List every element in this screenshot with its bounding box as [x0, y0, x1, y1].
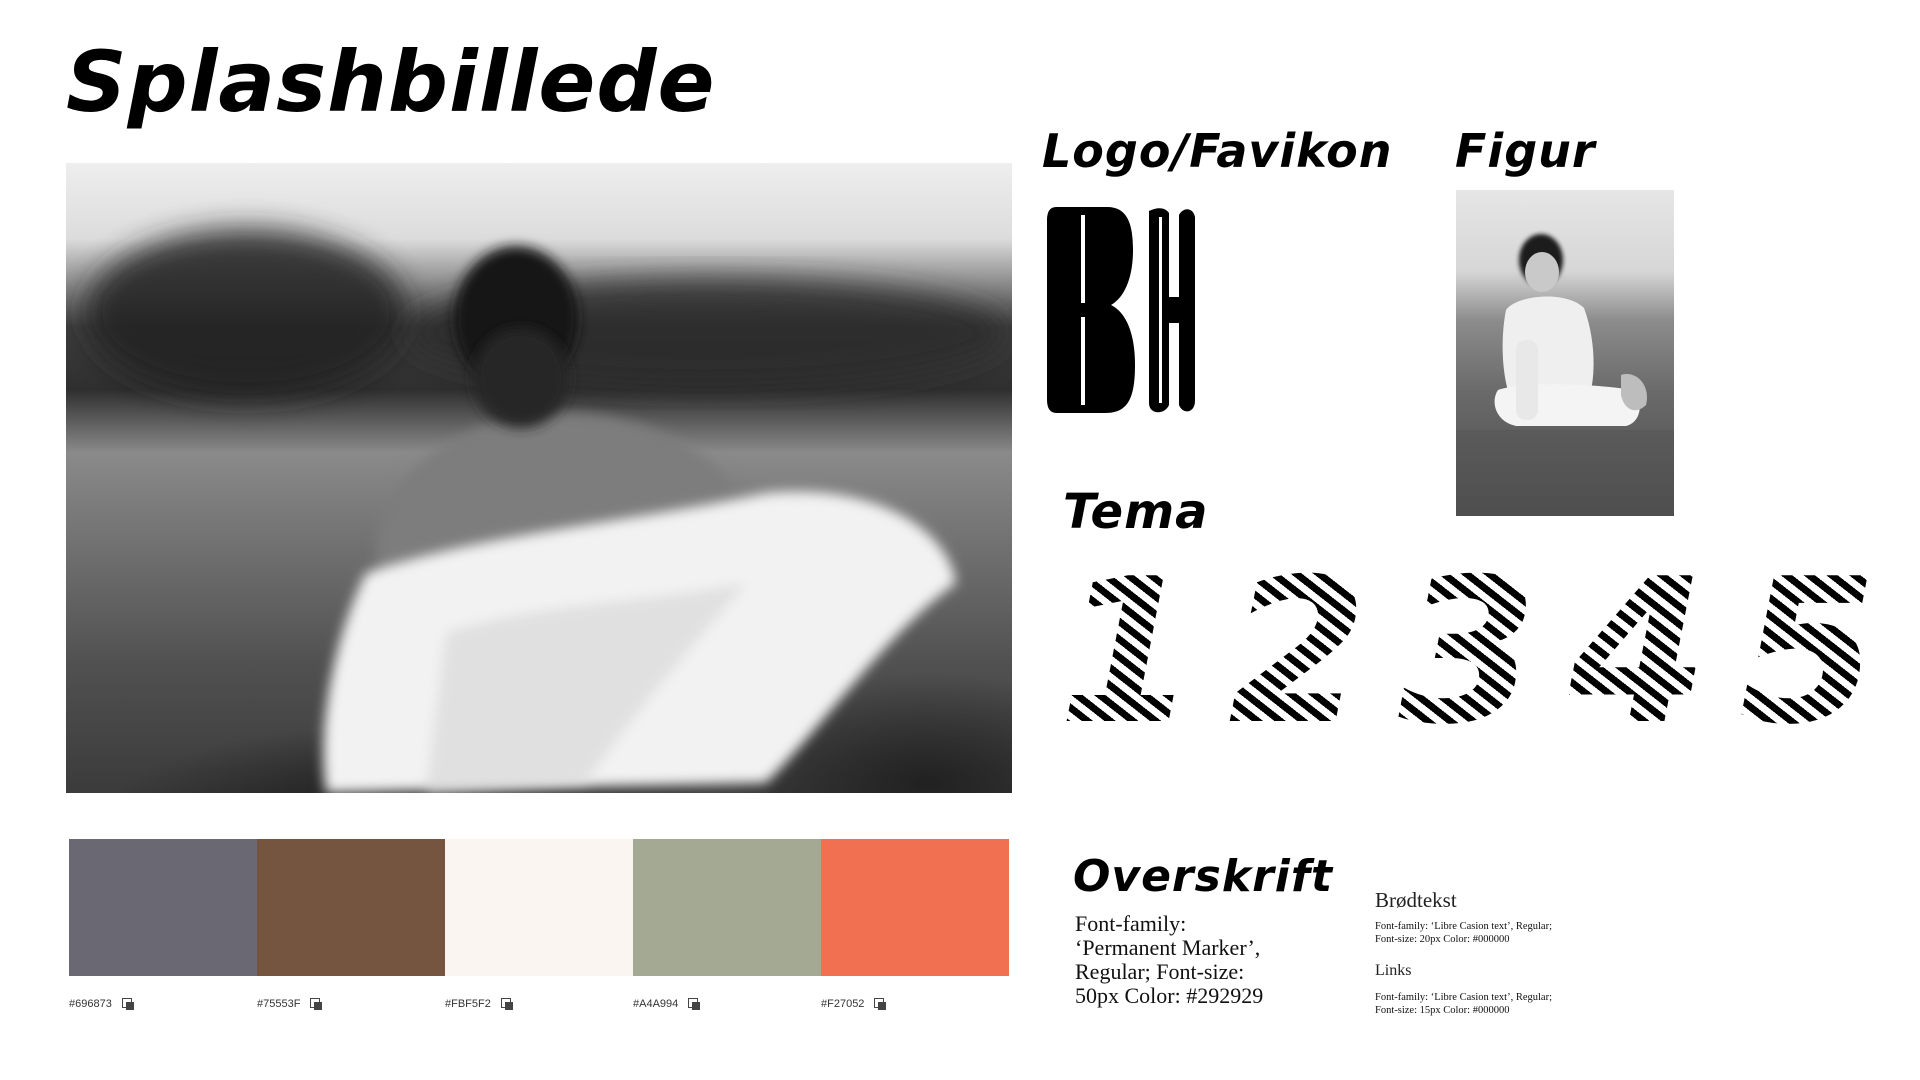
copy-icon[interactable]	[874, 998, 887, 1010]
color-swatch-sage	[633, 839, 821, 976]
theme-number: 4	[1568, 536, 1708, 769]
figure-photo-illustration	[1456, 234, 1674, 516]
links-heading: Links	[1375, 962, 1412, 979]
color-hex-label: #696873	[69, 998, 112, 1010]
copy-icon[interactable]	[500, 998, 513, 1010]
color-hex-item: #FBF5F2	[445, 998, 633, 1010]
logo-heading: Logo/Favikon	[1042, 124, 1393, 178]
color-hex-item: #F27052	[821, 998, 1009, 1010]
splash-image	[66, 163, 1012, 793]
copy-icon[interactable]	[310, 998, 323, 1010]
body-text-heading: Brødtekst	[1375, 888, 1457, 912]
theme-heading: Tema	[1063, 484, 1209, 540]
color-swatch-coral	[821, 839, 1009, 976]
splash-photo-illustration	[86, 228, 1006, 793]
color-hex-row: #696873 #75553F #FBF5F2 #A4A994 #F27052	[69, 998, 1009, 1010]
color-hex-label: #F27052	[821, 998, 865, 1010]
color-hex-item: #75553F	[257, 998, 445, 1010]
color-swatch-cream	[445, 839, 633, 976]
body-text-spec-line: Font-family: ‘Libre Casion text’, Regula…	[1375, 921, 1553, 932]
copy-icon[interactable]	[688, 998, 701, 1010]
links-spec: Font-family: ‘Libre Casion text’, Regula…	[1375, 991, 1635, 1017]
copy-icon[interactable]	[121, 998, 134, 1010]
color-swatch-gray	[69, 839, 257, 976]
links-spec-line: Font-size: 15px Color: #000000	[1375, 1005, 1510, 1016]
page-title: Splashbillede	[66, 33, 716, 131]
theme-numbers: 1 2 3 4 5	[1058, 536, 1878, 769]
theme-number: 1	[1058, 536, 1198, 769]
body-text-spec: Font-family: ‘Libre Casion text’, Regula…	[1375, 920, 1635, 946]
theme-number: 2	[1228, 536, 1368, 769]
color-hex-item: #A4A994	[633, 998, 821, 1010]
figure-heading: Figur	[1455, 124, 1596, 178]
overskrift-heading: Overskrift	[1073, 851, 1334, 902]
color-palette	[69, 839, 1009, 976]
overskrift-spec: Font-family: ‘Permanent Marker’, Regular…	[1075, 911, 1264, 1008]
color-swatch-brown	[257, 839, 445, 976]
color-hex-item: #696873	[69, 998, 257, 1010]
color-hex-label: #A4A994	[633, 998, 679, 1010]
links-spec-line: Font-family: ‘Libre Casion text’, Regula…	[1375, 992, 1553, 1003]
color-hex-label: #FBF5F2	[445, 998, 491, 1010]
color-hex-label: #75553F	[257, 998, 301, 1010]
theme-number: 3	[1398, 536, 1538, 769]
theme-number: 5	[1738, 536, 1878, 769]
bh-logo-icon	[1047, 207, 1195, 413]
body-text-spec-line: Font-size: 20px Color: #000000	[1375, 934, 1510, 945]
figure-image	[1456, 190, 1674, 516]
